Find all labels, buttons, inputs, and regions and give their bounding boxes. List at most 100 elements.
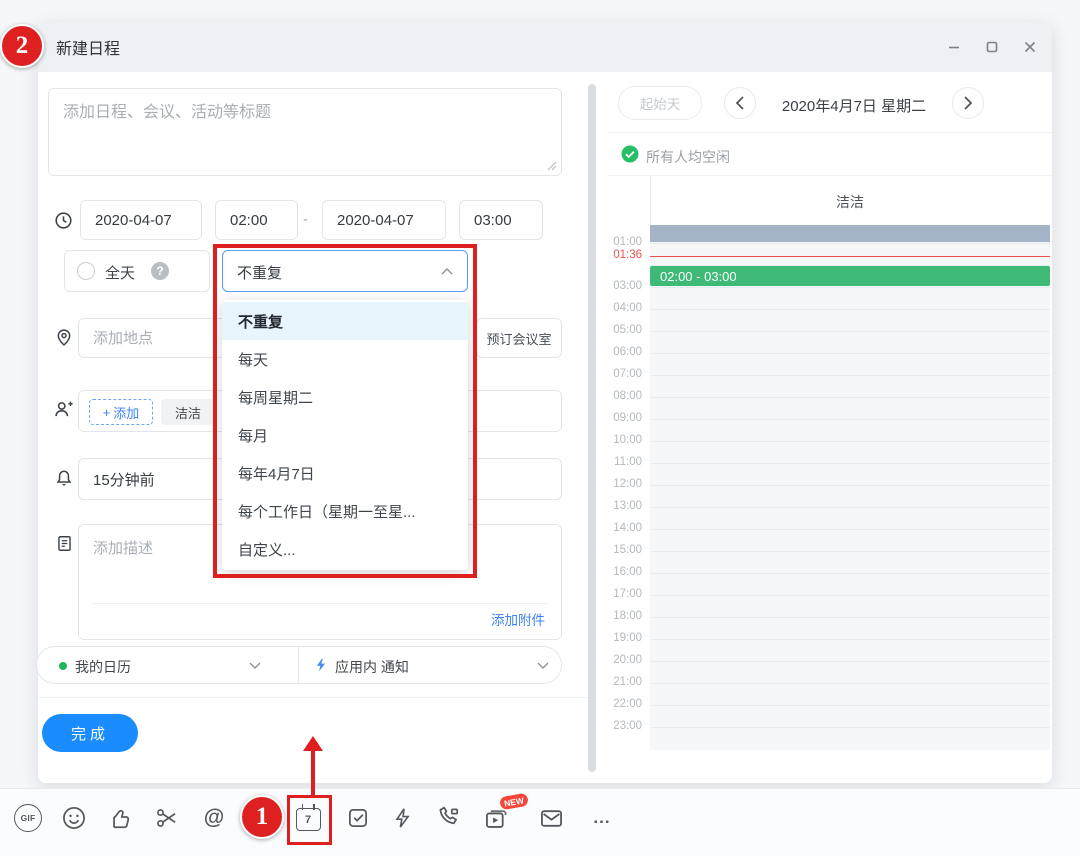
emoji-button[interactable] <box>60 804 88 832</box>
all-day-box: 全天 ? <box>64 250 210 292</box>
hour-line <box>650 683 1050 684</box>
left-pane-scrollbar[interactable] <box>588 84 596 772</box>
add-attendee-button[interactable]: +添加 <box>89 399 153 425</box>
hour-line <box>650 551 1050 552</box>
start-time-input[interactable] <box>230 201 283 239</box>
done-button[interactable]: 完成 <box>42 714 138 752</box>
book-meeting-room-button[interactable]: 预订会议室 <box>476 318 562 358</box>
hour-label: 01:00 <box>613 236 642 248</box>
hour-line <box>650 507 1050 508</box>
window-controls <box>940 22 1066 72</box>
end-time-input[interactable] <box>474 201 528 239</box>
hour-label: 04:00 <box>613 302 642 314</box>
free-check-icon <box>621 145 639 168</box>
hour-line <box>650 661 1050 662</box>
hour-line <box>650 529 1050 530</box>
end-time-field[interactable] <box>459 200 543 240</box>
lightning-button[interactable] <box>389 804 417 832</box>
hour-label: 07:00 <box>613 368 642 380</box>
hour-line <box>650 397 1050 398</box>
busy-band <box>650 225 1050 242</box>
schedule-grid-body[interactable]: 02:00 - 03:00 <box>650 225 1050 750</box>
annotation-arrow-head <box>303 736 323 751</box>
hour-label: 14:00 <box>613 522 642 534</box>
mail-button[interactable] <box>537 804 565 832</box>
scissors-button[interactable] <box>153 804 181 832</box>
hour-label: 09:00 <box>613 412 642 424</box>
notify-lightning-icon <box>313 656 329 679</box>
current-time-label: 01:36 <box>613 249 642 261</box>
chevron-down-icon[interactable] <box>537 662 549 670</box>
annotation-arrow <box>311 750 315 796</box>
bell-icon <box>54 467 74 492</box>
hour-label: 20:00 <box>613 654 642 666</box>
prev-day-button[interactable] <box>724 87 756 119</box>
pill-divider <box>298 647 299 683</box>
task-button[interactable] <box>344 804 372 832</box>
hour-line <box>650 331 1050 332</box>
reminder-value: 15分钟前 <box>93 469 155 490</box>
start-date-field[interactable] <box>80 200 202 240</box>
attendee-tag[interactable]: 洁洁 <box>161 399 215 425</box>
attendee-column-header: 洁洁 <box>650 192 1050 212</box>
start-day-button[interactable]: 起始天 <box>618 86 702 120</box>
calendar-notify-row: 我的日历 应用内 通知 <box>36 646 562 684</box>
hour-label: 08:00 <box>613 390 642 402</box>
hour-line <box>650 595 1050 596</box>
gif-button[interactable]: GIF <box>14 804 42 832</box>
next-day-button[interactable] <box>952 87 984 119</box>
date-label: 2020年4月7日 星期二 <box>770 95 938 116</box>
start-date-input[interactable] <box>95 201 187 239</box>
end-date-input[interactable] <box>337 201 431 239</box>
hour-line <box>650 287 1050 288</box>
hour-line <box>650 617 1050 618</box>
more-button[interactable]: ... <box>588 804 616 832</box>
dialog-header <box>38 22 1052 72</box>
add-attachment-link[interactable]: 添加附件 <box>491 609 545 629</box>
start-time-field[interactable] <box>215 200 298 240</box>
maximize-button[interactable] <box>978 33 1006 61</box>
hour-label: 12:00 <box>613 478 642 490</box>
hour-label: 06:00 <box>613 346 642 358</box>
hour-label: 17:00 <box>613 588 642 600</box>
hour-label: 03:00 <box>613 280 642 292</box>
dialog-title: 新建日程 <box>56 35 120 59</box>
close-button[interactable] <box>1016 33 1044 61</box>
thumbs-up-button[interactable] <box>106 804 134 832</box>
hour-line <box>650 353 1050 354</box>
event-title-box <box>48 88 562 176</box>
hour-label: 13:00 <box>613 500 642 512</box>
hour-line <box>650 639 1050 640</box>
hour-label: 16:00 <box>613 566 642 578</box>
calendar-color-dot <box>59 662 67 670</box>
call-button[interactable] <box>434 804 462 832</box>
availability-status: 所有人均空闲 <box>646 147 730 167</box>
calendar-select-value: 我的日历 <box>75 657 131 677</box>
hour-label: 21:00 <box>613 676 642 688</box>
footer-divider <box>38 697 590 698</box>
location-pin-icon <box>54 327 74 352</box>
end-date-field[interactable] <box>322 200 446 240</box>
all-day-label: 全天 <box>105 262 135 283</box>
hour-line <box>650 727 1050 728</box>
current-time-line <box>650 256 1050 257</box>
clock-icon <box>54 211 73 235</box>
hour-label: 18:00 <box>613 610 642 622</box>
event-block[interactable]: 02:00 - 03:00 <box>650 266 1050 286</box>
chevron-down-icon[interactable] <box>249 662 261 670</box>
hour-label: 05:00 <box>613 324 642 336</box>
hour-line <box>650 375 1050 376</box>
hour-line <box>650 573 1050 574</box>
notify-select-value: 应用内 通知 <box>335 657 409 677</box>
note-icon <box>55 534 74 558</box>
minimize-button[interactable] <box>940 33 968 61</box>
hour-label: 23:00 <box>613 720 642 732</box>
event-title-input[interactable] <box>49 89 561 175</box>
hour-line <box>650 419 1050 420</box>
mention-button[interactable]: @ <box>200 804 228 832</box>
description-divider <box>93 603 547 604</box>
all-day-radio[interactable] <box>77 262 95 280</box>
time-axis: 01:00 03:00 04:00 05:00 06:00 07:00 08:00 09:00… <box>608 225 648 750</box>
resize-handle-icon[interactable] <box>547 161 557 171</box>
help-icon[interactable]: ? <box>151 262 169 280</box>
